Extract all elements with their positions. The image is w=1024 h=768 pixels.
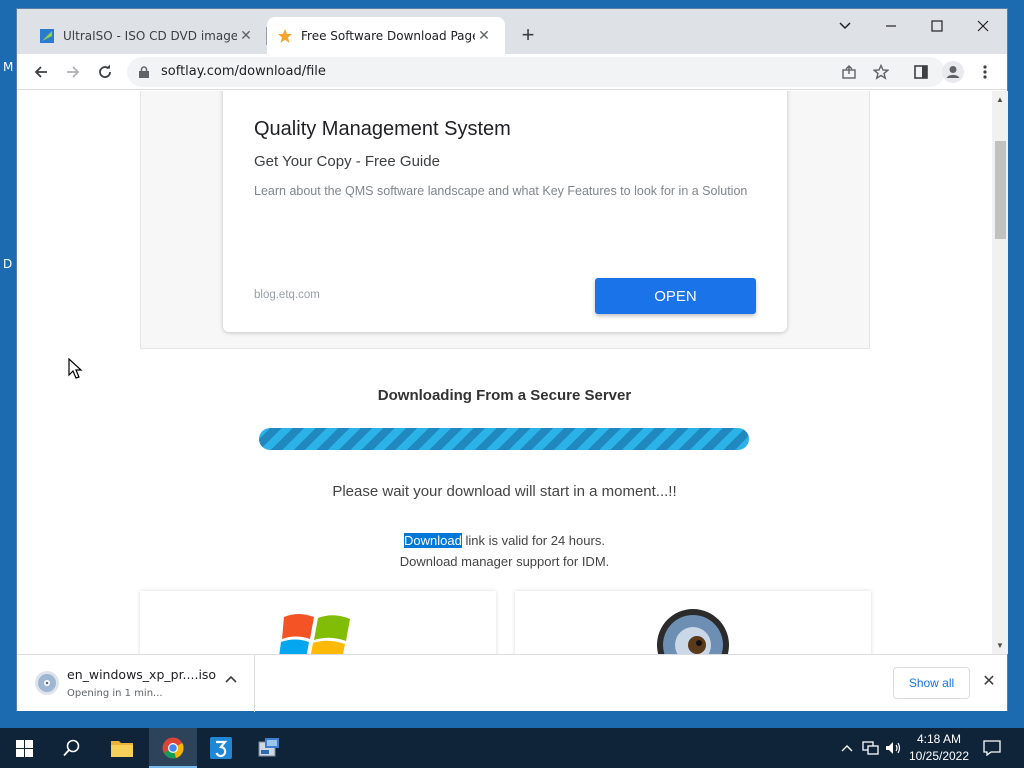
wait-message: Please wait your download will start in … [332, 483, 677, 500]
close-shelf-icon[interactable]: ✕ [979, 671, 999, 691]
app-card[interactable] [515, 591, 871, 654]
network-icon [862, 741, 879, 755]
mouse-cursor-icon [68, 358, 83, 379]
close-window-button[interactable] [967, 15, 999, 41]
ad-description: Learn about the QMS software landscape a… [254, 184, 748, 198]
maximize-button[interactable] [921, 15, 953, 41]
new-tab-button[interactable]: + [515, 23, 541, 49]
start-button[interactable] [0, 728, 48, 768]
number-three-icon [210, 737, 232, 759]
ad-subtitle: Get Your Copy - Free Guide [254, 153, 440, 170]
browser-toolbar: softlay.com/download/file [17, 54, 1007, 90]
url-text: softlay.com/download/file [161, 64, 326, 79]
profile-avatar-icon[interactable] [939, 58, 967, 86]
windows-logo-icon [279, 614, 350, 654]
show-hidden-icons[interactable] [838, 728, 856, 768]
notifications-button[interactable] [978, 728, 1006, 768]
notification-icon [983, 740, 1001, 756]
taskbar: 4:18 AM 10/25/2022 [0, 728, 1024, 768]
minimize-button[interactable] [875, 15, 907, 41]
download-shelf: en_windows_xp_pr....iso Opening in 1 min… [17, 654, 1007, 712]
download-item[interactable]: en_windows_xp_pr....iso Opening in 1 min… [17, 655, 255, 712]
desktop-icon-label: M [3, 60, 14, 74]
bookmark-star-icon[interactable] [867, 58, 895, 86]
download-progress-bar [259, 428, 749, 450]
ad-open-button[interactable]: OPEN [595, 278, 756, 314]
ad-domain[interactable]: blog.etq.com [254, 289, 320, 301]
windows-card[interactable] [140, 591, 496, 654]
installer-icon [258, 738, 279, 757]
network-tray[interactable] [860, 728, 882, 768]
download-status: Opening in 1 min... [67, 688, 163, 699]
side-panel-icon[interactable] [907, 58, 935, 86]
tab-strip: UltraISO - ISO CD DVD image cre ✕ Free S… [17, 9, 1007, 54]
show-all-button[interactable]: Show all [893, 667, 970, 699]
address-bar[interactable]: softlay.com/download/file [127, 57, 945, 87]
close-tab-icon[interactable]: ✕ [237, 28, 255, 44]
share-icon[interactable] [835, 58, 863, 86]
reload-button[interactable] [91, 58, 119, 86]
tab-free-software[interactable]: Free Software Download Page - S ✕ [267, 17, 505, 54]
app-3-button[interactable] [197, 728, 245, 768]
folder-icon [111, 741, 133, 757]
idm-support-text: Download manager support for IDM. [399, 554, 610, 569]
browser-window: UltraISO - ISO CD DVD image cre ✕ Free S… [16, 8, 1008, 712]
system-clock[interactable]: 4:18 AM 10/25/2022 [904, 731, 974, 765]
eye-logo-icon [657, 609, 729, 654]
progress-fill [259, 428, 749, 450]
windows-start-icon [15, 739, 33, 757]
chrome-icon [162, 737, 184, 759]
validity-text: link is valid for 24 hours. [461, 533, 605, 548]
lock-icon [139, 65, 149, 78]
scroll-up-icon[interactable]: ▲ [995, 95, 1005, 104]
tab-title: UltraISO - ISO CD DVD image cre [63, 28, 237, 43]
chrome-button[interactable] [149, 728, 197, 768]
validity-line: Download link is valid for 24 hours. [17, 533, 992, 548]
ad-title[interactable]: Quality Management System [254, 118, 511, 141]
menu-kebab-icon[interactable] [971, 58, 999, 86]
selected-text: Download [404, 533, 462, 548]
back-button[interactable] [27, 58, 55, 86]
file-explorer-button[interactable] [98, 728, 146, 768]
clock-time: 4:18 AM [916, 732, 962, 746]
clock-date: 10/25/2022 [908, 749, 970, 763]
vertical-scrollbar[interactable]: ▲ ▼ [992, 91, 1008, 654]
installer-button[interactable] [245, 728, 293, 768]
disc-file-icon [35, 671, 59, 695]
star-icon [277, 28, 293, 44]
ad-card[interactable]: Quality Management System Get Your Copy … [223, 91, 787, 332]
volume-icon [886, 742, 901, 754]
download-filename: en_windows_xp_pr....iso [67, 667, 217, 682]
volume-tray[interactable] [884, 728, 904, 768]
ad-container: Quality Management System Get Your Copy … [140, 91, 870, 349]
chevron-up-icon[interactable] [223, 672, 239, 688]
tab-search-icon[interactable] [829, 15, 861, 41]
page-content: Quality Management System Get Your Copy … [17, 91, 992, 654]
chevron-up-icon [841, 745, 853, 752]
search-button[interactable] [48, 728, 96, 768]
search-icon [63, 739, 80, 757]
close-tab-icon[interactable]: ✕ [475, 28, 493, 44]
ultraiso-icon [39, 28, 55, 44]
download-heading: Downloading From a Secure Server [377, 387, 632, 404]
scroll-down-icon[interactable]: ▼ [995, 641, 1005, 650]
desktop-icon-label: D [3, 257, 13, 271]
scrollbar-thumb[interactable] [995, 141, 1006, 239]
forward-button[interactable] [59, 58, 87, 86]
tab-ultraiso[interactable]: UltraISO - ISO CD DVD image cre ✕ [29, 17, 267, 54]
tab-title: Free Software Download Page - S [301, 28, 475, 43]
